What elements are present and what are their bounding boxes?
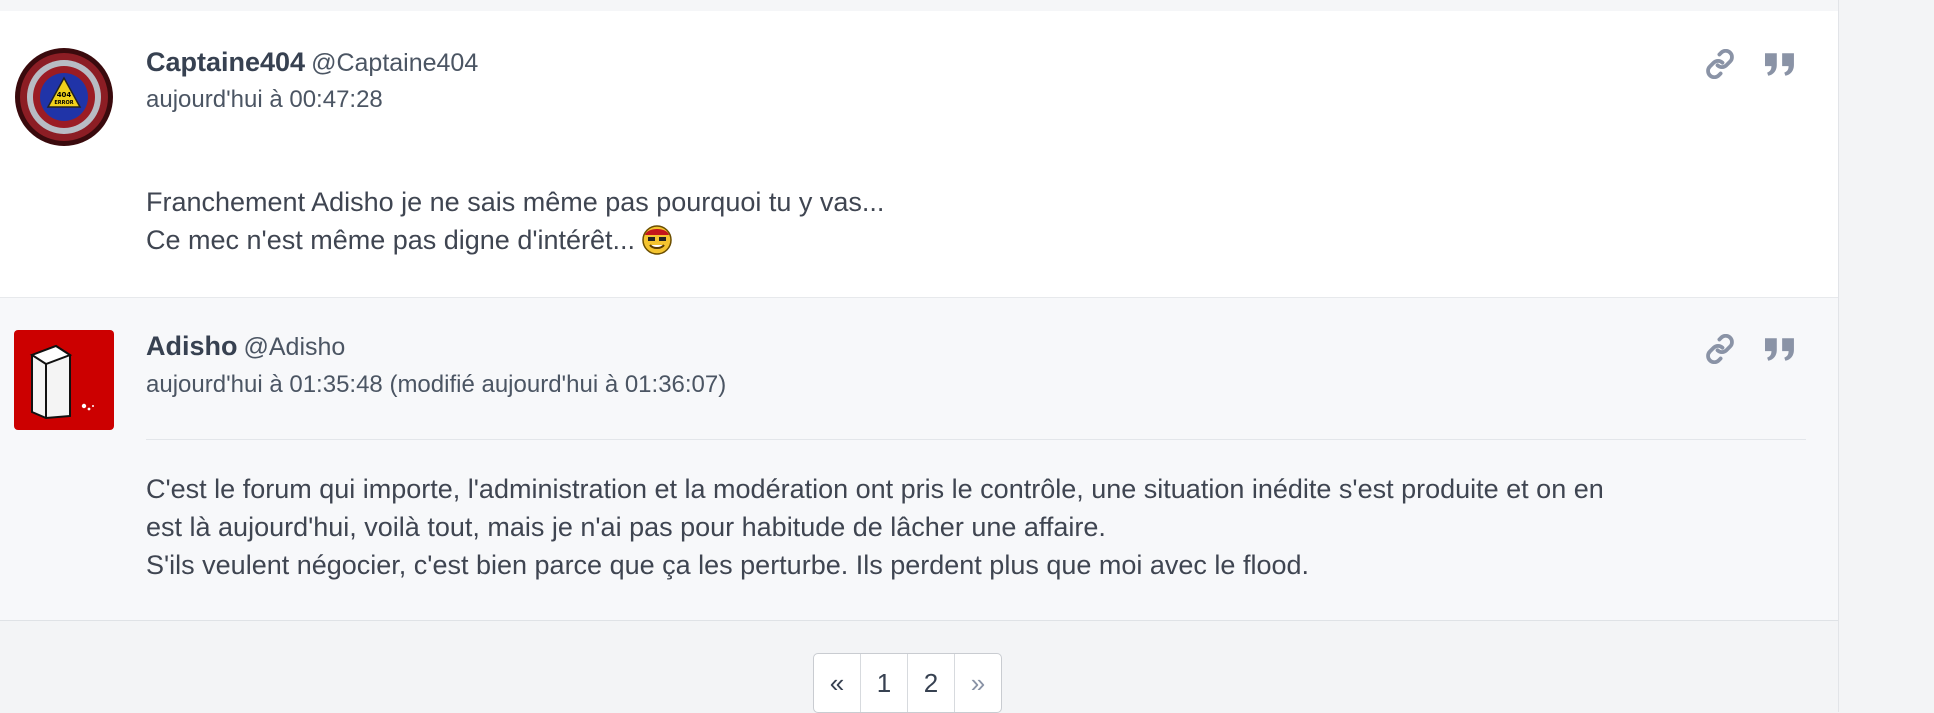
avatar[interactable]: 404 ERROR (14, 47, 114, 147)
link-icon[interactable] (1702, 46, 1738, 82)
pagination-page-2[interactable]: 2 (908, 654, 955, 712)
post: 404 ERROR Captaine404 @Captaine404 aujour… (0, 11, 1838, 298)
post-list: 404 ERROR Captaine404 @Captaine404 aujour… (0, 11, 1838, 621)
post-author-line: Adisho @Adisho (146, 329, 345, 364)
post-line-with-emoji: Ce mec n'est même pas digne d'intérêt... (146, 221, 1786, 265)
link-icon[interactable] (1702, 331, 1738, 367)
post-body: C'est le forum qui importe, l'administra… (146, 470, 1786, 584)
quote-icon[interactable] (1762, 46, 1798, 82)
post-divider (146, 439, 1806, 440)
post-actions (1702, 329, 1798, 369)
right-margin (1838, 0, 1934, 712)
smiley-emoji-icon (641, 223, 673, 265)
svg-text:ERROR: ERROR (54, 100, 73, 106)
post-line: Ce mec n'est même pas digne d'intérêt... (146, 225, 636, 255)
post-line: S'ils veulent négocier, c'est bien parce… (146, 550, 1309, 580)
captain-shield-avatar: 404 ERROR (15, 48, 113, 146)
author-handle[interactable]: @Adisho (244, 333, 346, 361)
post-timestamp[interactable]: aujourd'hui à 00:47:28 (146, 85, 383, 115)
post-line: est là aujourd'hui, voilà tout, mais je … (146, 512, 1106, 542)
cube-avatar (14, 330, 114, 430)
top-strip (0, 0, 1838, 11)
post-actions (1702, 44, 1798, 84)
avatar[interactable] (14, 330, 114, 430)
author-name[interactable]: Captaine404 (146, 47, 305, 77)
pagination-page-1[interactable]: 1 (861, 654, 908, 712)
post-line: C'est le forum qui importe, l'administra… (146, 474, 1604, 504)
post-timestamp[interactable]: aujourd'hui à 01:35:48 (modifié aujourd'… (146, 370, 726, 400)
author-name[interactable]: Adisho (146, 331, 238, 361)
author-handle[interactable]: @Captaine404 (311, 49, 478, 77)
post-author-line: Captaine404 @Captaine404 (146, 45, 478, 80)
pagination-prev-button[interactable]: « (814, 654, 861, 712)
pagination: « 1 2 » (813, 653, 1002, 713)
post-line: Franchement Adisho je ne sais même pas p… (146, 187, 885, 217)
post-body: Franchement Adisho je ne sais même pas p… (146, 183, 1786, 265)
quote-icon[interactable] (1762, 331, 1798, 367)
pagination-next-button[interactable]: » (955, 654, 1001, 712)
avatar-logo-text: 404 (57, 91, 72, 99)
post: Adisho @Adisho aujourd'hui à 01:35:48 (mo… (0, 298, 1838, 620)
